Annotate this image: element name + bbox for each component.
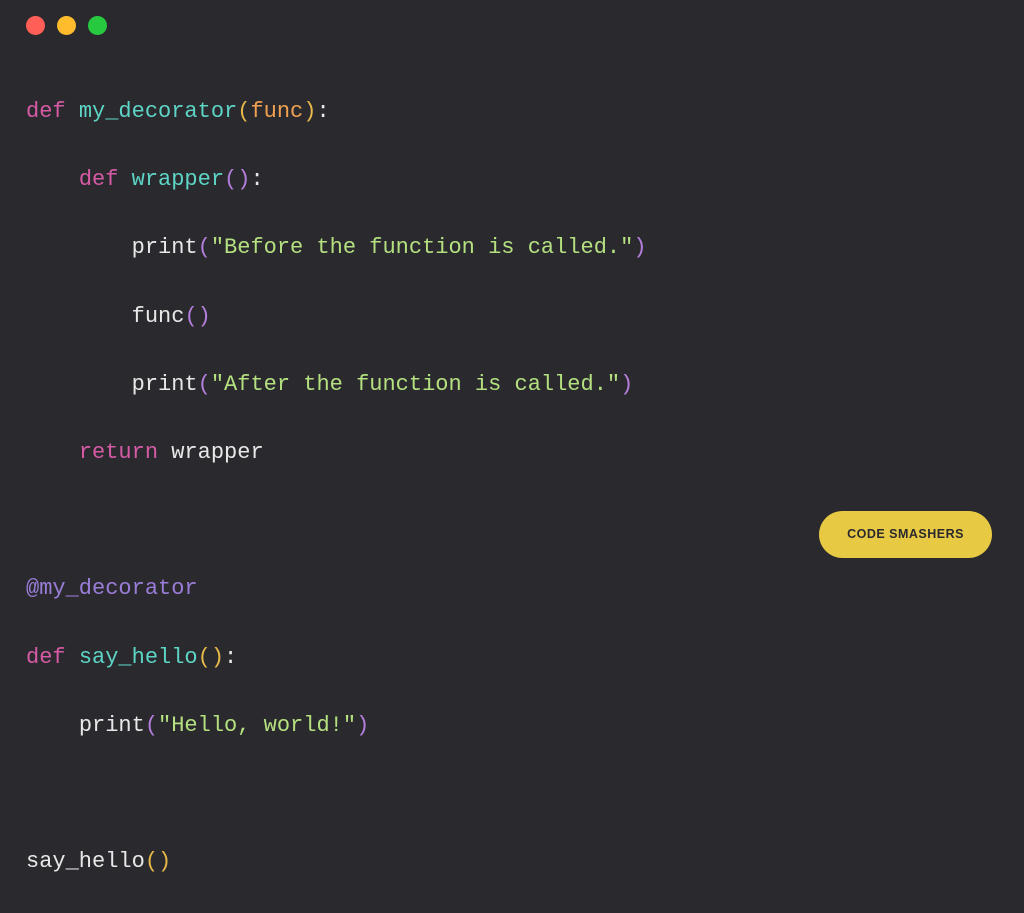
builtin-print: print [132,372,198,397]
paren-close: ) [356,713,369,738]
paren-open: ( [198,372,211,397]
code-line: def my_decorator(func): [26,95,1024,129]
string-literal: "Before the function is called." [211,235,633,260]
identifier: wrapper [171,440,263,465]
code-line: def wrapper(): [26,163,1024,197]
string-literal: "After the function is called." [211,372,620,397]
paren-close: ) [303,99,316,124]
window-controls [0,0,1024,35]
paren-open: ( [237,99,250,124]
keyword-def: def [26,645,66,670]
keyword-def: def [26,99,66,124]
decorator: @my_decorator [26,576,198,601]
string-literal: "Hello, world!" [158,713,356,738]
parameter: func [250,99,303,124]
builtin-print: print [132,235,198,260]
code-line: @my_decorator [26,572,1024,606]
paren-open: ( [224,167,237,192]
code-editor: def my_decorator(func): def wrapper(): p… [0,35,1024,913]
code-line: print("Hello, world!") [26,709,1024,743]
paren-open: ( [198,235,211,260]
code-line: say_hello() [26,845,1024,879]
keyword-def: def [79,167,119,192]
paren-close: ) [198,304,211,329]
paren-open: ( [198,645,211,670]
code-line: return wrapper [26,436,1024,470]
function-name: say_hello [79,645,198,670]
paren-open: ( [145,849,158,874]
paren-close: ) [620,372,633,397]
close-icon[interactable] [26,16,45,35]
code-line: print("Before the function is called.") [26,231,1024,265]
paren-open: ( [184,304,197,329]
code-line: print("After the function is called.") [26,368,1024,402]
paren-close: ) [633,235,646,260]
code-line: def say_hello(): [26,641,1024,675]
builtin-print: print [79,713,145,738]
function-call: func [132,304,185,329]
code-line [26,777,1024,811]
code-line: func() [26,300,1024,334]
minimize-icon[interactable] [57,16,76,35]
function-name: my_decorator [79,99,237,124]
paren-open: ( [145,713,158,738]
keyword-return: return [79,440,158,465]
function-call: say_hello [26,849,145,874]
paren-close: ) [211,645,224,670]
brand-badge: CODE SMASHERS [819,511,992,558]
function-name: wrapper [132,167,224,192]
paren-close: ) [237,167,250,192]
maximize-icon[interactable] [88,16,107,35]
paren-close: ) [158,849,171,874]
